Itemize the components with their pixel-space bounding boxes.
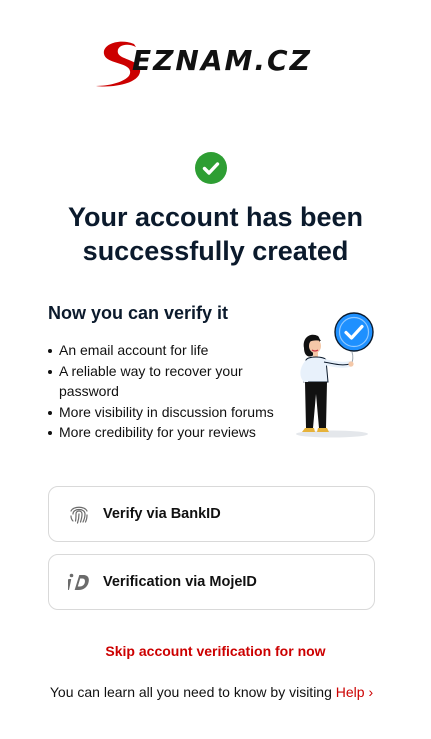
fingerprint-icon — [68, 503, 90, 525]
benefits-list: An email account for life A reliable way… — [48, 340, 288, 443]
help-text: You can learn all you need to know by vi… — [49, 684, 332, 700]
verify-mojeid-button[interactable]: Verification via MojeID — [48, 554, 375, 610]
check-circle-icon — [195, 152, 227, 184]
page-title: Your account has been successfully creat… — [67, 202, 364, 266]
verify-heading: Now you can verify it — [48, 303, 229, 323]
verified-badge-icon — [334, 312, 374, 352]
skip-verification-link[interactable]: Skip account verification for now — [0, 642, 431, 660]
help-link[interactable]: Help › — [336, 684, 373, 700]
mojeid-icon — [66, 571, 90, 593]
option-label: Verification via MojeID — [103, 574, 257, 590]
list-item: More visibility in discussion forums — [48, 402, 288, 423]
list-item: An email account for life — [48, 340, 288, 361]
list-item: More credibility for your reviews — [48, 422, 288, 443]
seznam-logo: EZNAM.CZ — [94, 38, 334, 90]
verify-bankid-button[interactable]: Verify via BankID — [48, 486, 375, 542]
verified-person-illustration — [296, 308, 378, 442]
help-line: You can learn all you need to know by vi… — [0, 683, 423, 701]
option-label: Verify via BankID — [103, 506, 221, 522]
logo-wordmark: EZNAM.CZ — [132, 44, 312, 77]
list-item: A reliable way to recover your password — [48, 361, 288, 402]
